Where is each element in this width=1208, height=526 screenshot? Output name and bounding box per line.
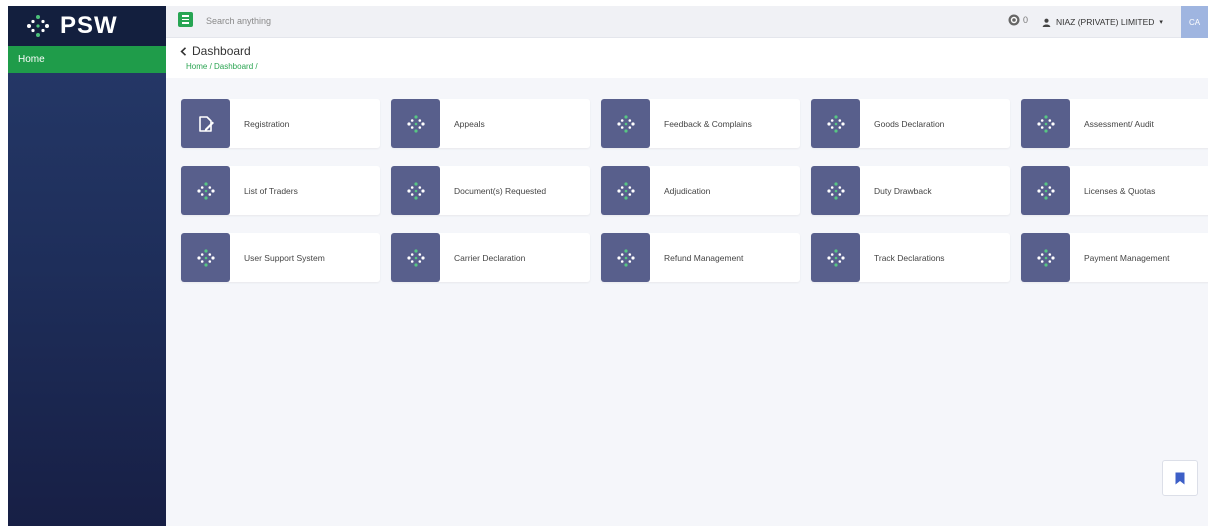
top-bar: 0 NIAZ (PRIVATE) LIMITED ▾ CA — [166, 6, 1208, 38]
tile-label: Carrier Declaration — [454, 252, 526, 263]
psw-icon — [826, 114, 845, 133]
tile-label: Refund Management — [664, 252, 744, 263]
psw-icon — [1036, 181, 1055, 200]
user-icon — [1042, 18, 1051, 27]
tile-feedback-complains[interactable]: Feedback & Complains — [601, 99, 800, 148]
tile-icon-box — [391, 99, 440, 148]
tile-label: Licenses & Quotas — [1084, 185, 1156, 196]
user-menu[interactable]: NIAZ (PRIVATE) LIMITED ▾ — [1034, 6, 1163, 38]
tile-icon-box — [1021, 99, 1070, 148]
sidebar-item-home[interactable]: Home — [8, 46, 166, 73]
psw-icon — [406, 181, 425, 200]
psw-icon — [616, 181, 635, 200]
tile-assessment-audit[interactable]: Assessment/ Audit — [1021, 99, 1208, 148]
tile-icon-box — [811, 233, 860, 282]
psw-logo-icon — [27, 15, 49, 37]
tile-label: Payment Management — [1084, 252, 1170, 263]
psw-icon — [406, 248, 425, 267]
tile-icon-box — [181, 99, 230, 148]
psw-icon — [826, 248, 845, 267]
tile-icon-box — [391, 233, 440, 282]
tile-appeals[interactable]: Appeals — [391, 99, 590, 148]
page-title: Dashboard — [192, 44, 251, 58]
tile-label: List of Traders — [244, 185, 298, 196]
tile-label: Track Declarations — [874, 252, 945, 263]
tile-label: User Support System — [244, 252, 325, 263]
app-window: PSW Home 0 NIAZ (PRIVATE) LIMITED — [8, 6, 1208, 526]
brand-name: PSW — [60, 12, 118, 39]
tile-label: Duty Drawback — [874, 185, 932, 196]
psw-icon — [616, 114, 635, 133]
tile-licenses-quotas[interactable]: Licenses & Quotas — [1021, 166, 1208, 215]
registration-icon — [198, 115, 214, 132]
tile-label: Assessment/ Audit — [1084, 118, 1154, 129]
tile-icon-box — [181, 233, 230, 282]
menu-icon — [182, 18, 189, 21]
tile-track-declarations[interactable]: Track Declarations — [811, 233, 1010, 282]
tile-adjudication[interactable]: Adjudication — [601, 166, 800, 215]
tile-icon-box — [391, 166, 440, 215]
notification-bell-icon — [1008, 14, 1020, 26]
psw-icon — [406, 114, 425, 133]
search-input[interactable] — [206, 11, 606, 31]
bookmark-button[interactable] — [1162, 460, 1198, 496]
tile-user-support-system[interactable]: User Support System — [181, 233, 380, 282]
menu-icon — [182, 15, 189, 17]
tile-icon-box — [811, 166, 860, 215]
tile-duty-drawback[interactable]: Duty Drawback — [811, 166, 1010, 215]
tile-icon-box — [601, 233, 650, 282]
tile-label: Feedback & Complains — [664, 118, 752, 129]
breadcrumb[interactable]: Home / Dashboard / — [186, 62, 258, 71]
chevron-left-icon — [180, 46, 187, 56]
page-header: Dashboard Home / Dashboard / — [166, 38, 1208, 78]
tile-icon-box — [601, 166, 650, 215]
psw-icon — [826, 181, 845, 200]
tile-label: Goods Declaration — [874, 118, 945, 129]
notifications[interactable]: 0 — [1008, 14, 1028, 26]
tile-icon-box — [601, 99, 650, 148]
menu-icon — [182, 22, 189, 24]
menu-toggle-button[interactable] — [178, 12, 193, 27]
avatar-initials: CA — [1188, 17, 1201, 27]
tile-carrier-declaration[interactable]: Carrier Declaration — [391, 233, 590, 282]
psw-icon — [196, 248, 215, 267]
tile-label: Adjudication — [664, 185, 711, 196]
bookmark-icon — [1175, 472, 1185, 484]
back-link[interactable]: Dashboard — [180, 44, 251, 58]
tile-goods-declaration[interactable]: Goods Declaration — [811, 99, 1010, 148]
chevron-down-icon: ▾ — [1159, 19, 1163, 26]
tile-list-of-traders[interactable]: List of Traders — [181, 166, 380, 215]
tile-icon-box — [811, 99, 860, 148]
sidebar-item-label: Home — [18, 54, 45, 65]
sidebar: PSW Home — [8, 6, 166, 526]
brand-logo[interactable]: PSW — [8, 6, 166, 46]
tile-documents-requested[interactable]: Document(s) Requested — [391, 166, 590, 215]
tile-payment-management[interactable]: Payment Management — [1021, 233, 1208, 282]
tile-icon-box — [1021, 233, 1070, 282]
tile-icon-box — [1021, 166, 1070, 215]
tile-registration[interactable]: Registration — [181, 99, 380, 148]
psw-icon — [1036, 248, 1055, 267]
tile-icon-box — [181, 166, 230, 215]
notification-count: 0 — [1023, 15, 1029, 25]
tile-label: Appeals — [454, 118, 485, 129]
avatar[interactable]: CA — [1181, 6, 1208, 38]
tile-label: Document(s) Requested — [454, 185, 547, 196]
tile-refund-management[interactable]: Refund Management — [601, 233, 800, 282]
psw-icon — [1036, 114, 1055, 133]
psw-icon — [616, 248, 635, 267]
module-tiles: Registration Appeals Feedback & Complain… — [181, 99, 1208, 282]
psw-icon — [196, 181, 215, 200]
tile-label: Registration — [244, 118, 290, 129]
user-name: NIAZ (PRIVATE) LIMITED — [1056, 17, 1155, 27]
